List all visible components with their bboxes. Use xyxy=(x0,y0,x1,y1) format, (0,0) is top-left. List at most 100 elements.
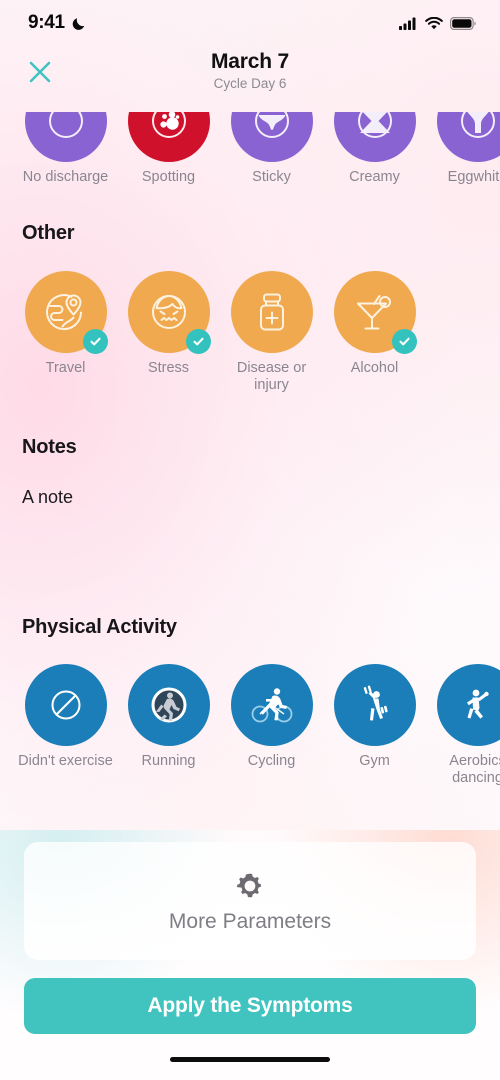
bubble-wrap xyxy=(24,664,107,746)
sticky-discharge-icon xyxy=(254,112,289,138)
bubble-wrap xyxy=(436,112,500,162)
bubble-wrap xyxy=(127,112,210,162)
screen-header: March 7 Cycle Day 6 xyxy=(0,46,500,112)
option-label: No discharge xyxy=(22,169,109,185)
bubble-wrap xyxy=(436,664,500,746)
option-label: Eggwhite xyxy=(447,169,500,185)
option-bubble xyxy=(230,271,313,353)
pill-bottle-icon xyxy=(259,293,284,331)
option-label: Didn't exercise xyxy=(18,753,113,769)
option-bubble xyxy=(24,112,107,162)
close-x-icon xyxy=(29,61,51,83)
bubble-wrap xyxy=(333,112,416,162)
bubble-wrap xyxy=(230,664,313,746)
more-parameters-label: More Parameters xyxy=(168,909,332,933)
spotting-drops-icon xyxy=(151,112,186,138)
cellular-signal-icon xyxy=(399,17,416,30)
option-label: Stress xyxy=(147,360,190,376)
cycle-day-subtitle: Cycle Day 6 xyxy=(213,76,287,91)
globe-pin-travel-icon xyxy=(45,294,82,331)
scroll-content[interactable]: No discharge Spotting Sticky Creamy Eggw… xyxy=(0,112,500,830)
other-option-disease-or-injury[interactable]: Disease or injury xyxy=(220,271,323,394)
aerobics-dancing-figure-icon xyxy=(466,689,489,719)
option-bubble xyxy=(436,112,500,162)
option-bubble xyxy=(436,664,500,746)
apply-symptoms-button[interactable]: Apply the Symptoms xyxy=(24,978,476,1034)
option-bubble xyxy=(230,112,313,162)
bubble-wrap xyxy=(333,271,417,354)
bubble-wrap xyxy=(24,271,108,354)
option-label: Creamy xyxy=(349,169,400,185)
option-label: Alcohol xyxy=(350,360,399,376)
close-button[interactable] xyxy=(22,54,58,90)
discharge-option-no-discharge[interactable]: No discharge xyxy=(14,112,117,186)
activity-option-aerobics-dancing[interactable]: Aerobics dancing xyxy=(426,664,500,787)
option-label: Travel xyxy=(45,360,86,376)
option-label: Sticky xyxy=(252,169,291,185)
activity-option-running[interactable]: Running xyxy=(117,664,220,770)
wifi-icon xyxy=(425,16,443,29)
option-bubble xyxy=(333,664,416,746)
page-title: March 7 xyxy=(211,50,289,73)
option-label: Disease or injury xyxy=(236,360,307,393)
activity-option-gym[interactable]: Gym xyxy=(323,664,426,770)
other-option-stress[interactable]: Stress xyxy=(117,271,220,377)
bubble-wrap xyxy=(230,112,313,162)
status-bar-right xyxy=(399,16,476,30)
symptom-logging-screen: 9:41 March 7 Cycle Day 6 No discharge Sp… xyxy=(0,0,500,1080)
option-label: Aerobics dancing xyxy=(449,753,500,786)
notes-input[interactable]: A note xyxy=(0,487,500,508)
selected-check-badge xyxy=(185,329,211,354)
battery-full-icon xyxy=(450,16,476,30)
discharge-option-sticky[interactable]: Sticky xyxy=(220,112,323,186)
other-options-row[interactable]: Travel Stress Disease or injury Alcohol xyxy=(0,271,500,394)
gear-icon xyxy=(237,873,261,897)
running-figure-icon xyxy=(151,687,186,723)
status-bar: 9:41 xyxy=(0,0,500,46)
selected-check-badge xyxy=(391,329,417,354)
eggwhite-discharge-icon xyxy=(460,112,495,138)
empty-circle-icon xyxy=(48,112,83,138)
option-bubble xyxy=(230,664,313,746)
no-exercise-slash-icon xyxy=(51,690,80,720)
other-option-travel[interactable]: Travel xyxy=(14,271,117,377)
creamy-discharge-icon xyxy=(357,112,392,138)
selected-check-badge xyxy=(82,329,108,354)
discharge-option-spotting[interactable]: Spotting xyxy=(117,112,220,186)
option-bubble xyxy=(24,664,107,746)
bubble-wrap xyxy=(333,664,416,746)
gym-dumbbell-figure-icon xyxy=(363,685,388,721)
option-label: Spotting xyxy=(141,169,196,185)
status-bar-left: 9:41 xyxy=(28,12,88,34)
option-bubble xyxy=(333,112,416,162)
home-indicator xyxy=(170,1057,330,1062)
bubble-wrap xyxy=(127,271,211,354)
activity-option-cycling[interactable]: Cycling xyxy=(220,664,323,770)
crescent-moon-icon xyxy=(72,17,85,30)
discharge-option-eggwhite[interactable]: Eggwhite xyxy=(426,112,500,186)
option-bubble xyxy=(127,112,210,162)
bubble-wrap xyxy=(127,664,210,746)
section-title-notes: Notes xyxy=(22,436,77,458)
option-label: Cycling xyxy=(247,753,296,769)
discharge-option-creamy[interactable]: Creamy xyxy=(323,112,426,186)
activity-option-didnt-exercise[interactable]: Didn't exercise xyxy=(14,664,117,770)
discharge-options-row[interactable]: No discharge Spotting Sticky Creamy Eggw… xyxy=(0,112,500,186)
other-option-alcohol[interactable]: Alcohol xyxy=(323,271,426,377)
check-icon xyxy=(192,337,204,346)
header-title-group: March 7 Cycle Day 6 xyxy=(211,50,289,91)
section-title-other: Other xyxy=(22,222,75,244)
more-parameters-button[interactable]: More Parameters xyxy=(24,842,476,960)
physical-activity-options-row[interactable]: Didn't exercise Running Cycling Gym Aero… xyxy=(0,664,500,787)
check-icon xyxy=(398,337,410,346)
bubble-wrap xyxy=(24,112,107,162)
option-bubble xyxy=(127,664,210,746)
cycling-figure-icon xyxy=(251,688,292,723)
check-icon xyxy=(89,337,101,346)
section-title-physical-activity: Physical Activity xyxy=(22,616,177,638)
status-time: 9:41 xyxy=(28,12,65,33)
option-label: Running xyxy=(141,753,196,769)
